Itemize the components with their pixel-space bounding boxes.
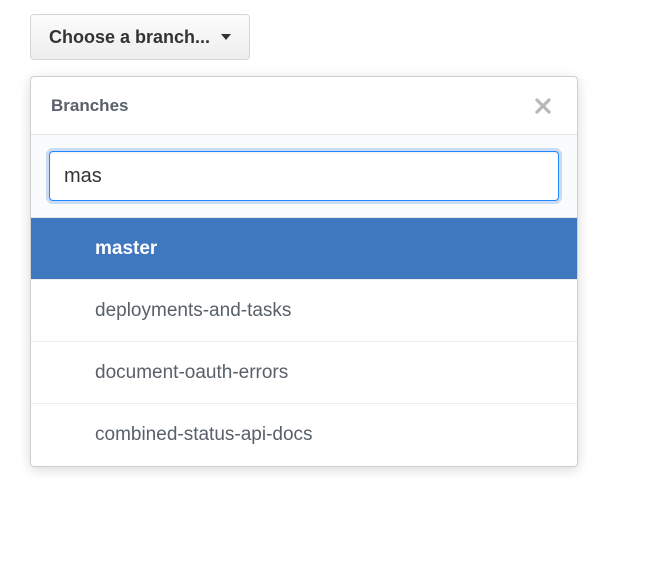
- popover-header: Branches: [31, 77, 577, 135]
- branch-name: deployments-and-tasks: [95, 300, 291, 322]
- choose-branch-button[interactable]: Choose a branch...: [30, 14, 250, 60]
- branch-name: combined-status-api-docs: [95, 424, 313, 446]
- branch-item-master[interactable]: master: [31, 218, 577, 280]
- close-icon: [534, 97, 552, 115]
- background-text-fragment: pr: [634, 194, 652, 217]
- background-link-fragment: cur: [0, 418, 26, 440]
- branch-filter-input[interactable]: [49, 151, 559, 201]
- caret-down-icon: [221, 34, 231, 40]
- branch-item-combined-status-api-docs[interactable]: combined-status-api-docs: [31, 404, 577, 466]
- branch-item-document-oauth-errors[interactable]: document-oauth-errors: [31, 342, 577, 404]
- popover-title: Branches: [51, 96, 128, 116]
- choose-branch-label: Choose a branch...: [49, 27, 210, 48]
- branch-name: document-oauth-errors: [95, 362, 288, 384]
- branch-list: master deployments-and-tasks document-oa…: [31, 218, 577, 466]
- close-button[interactable]: [529, 92, 557, 120]
- branch-selector-popover: Branches master deployments-and-tasks do…: [30, 76, 578, 467]
- filter-wrap: [31, 135, 577, 218]
- branch-item-deployments-and-tasks[interactable]: deployments-and-tasks: [31, 280, 577, 342]
- branch-name: master: [95, 238, 157, 260]
